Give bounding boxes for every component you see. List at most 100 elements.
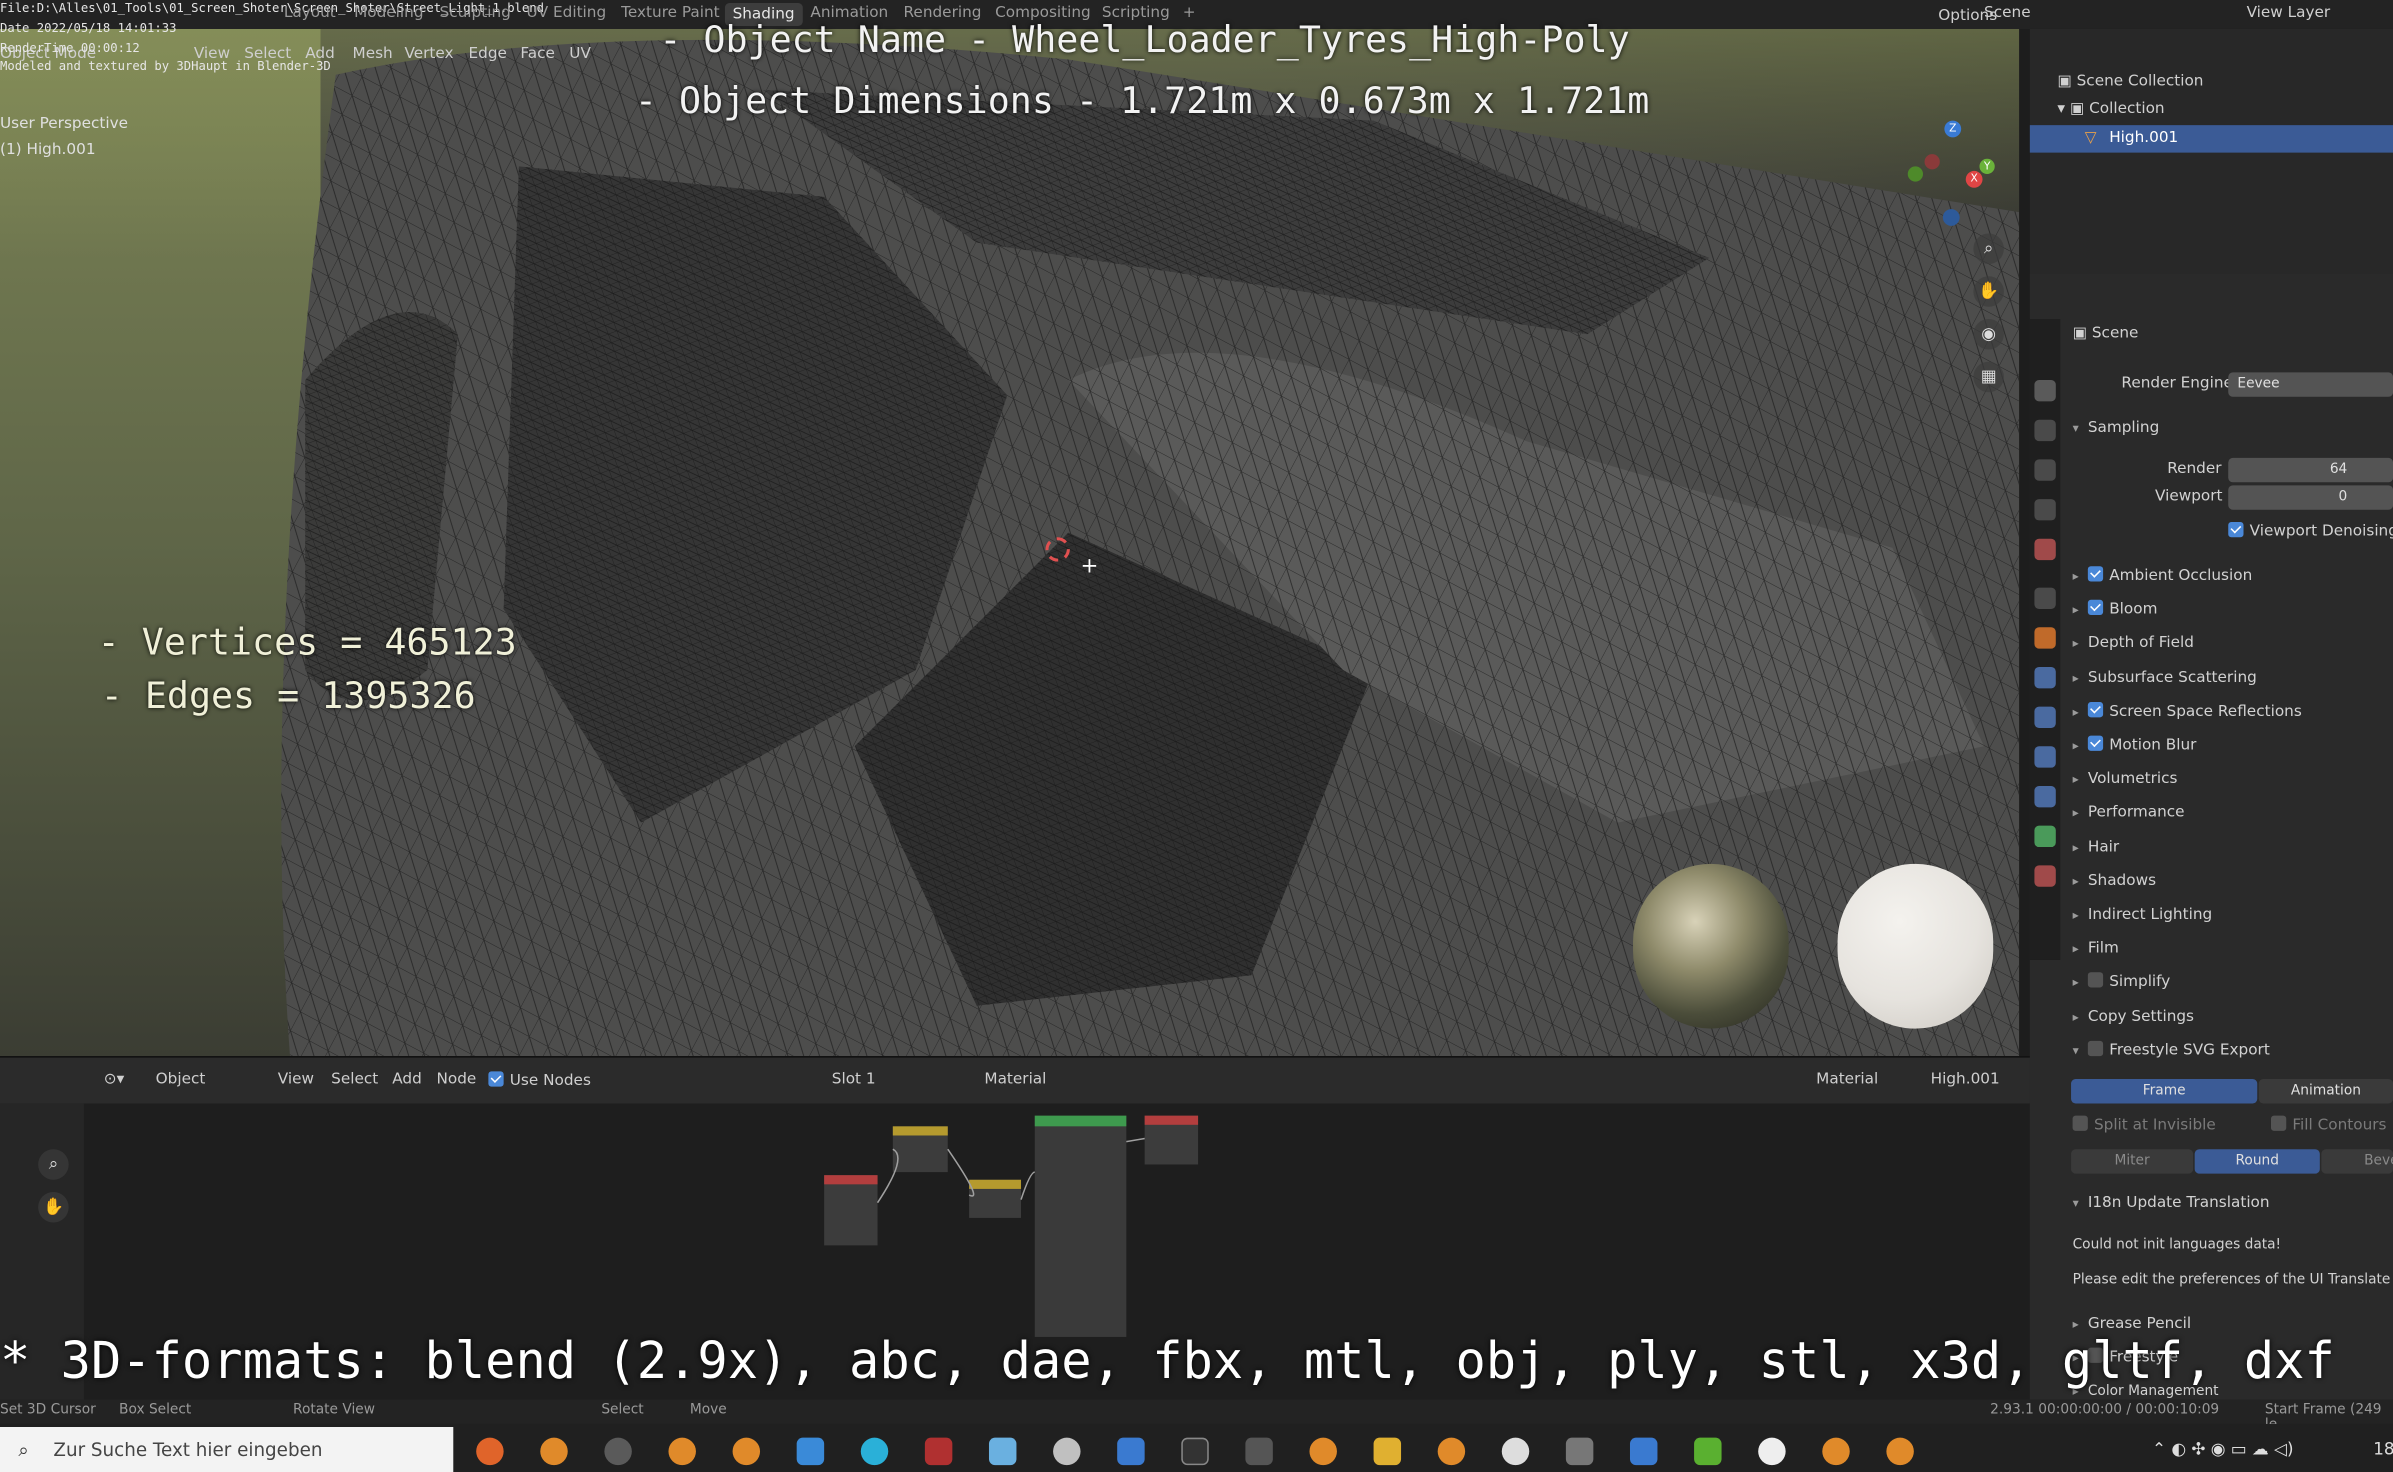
material-tab-icon[interactable] <box>2034 865 2056 887</box>
panel-depth-of-field[interactable]: ▸ Depth of Field <box>2073 631 2194 658</box>
node-menu-view[interactable]: View <box>278 1071 314 1088</box>
expand-arrow-icon[interactable]: ▸ <box>2073 563 2088 590</box>
panel-enable-checkbox[interactable] <box>2087 701 2104 718</box>
expand-arrow-icon[interactable]: ▸ <box>2073 699 2088 726</box>
outliner-scene-collection[interactable]: ▣ Scene Collection <box>2057 73 2203 90</box>
particles-tab-icon[interactable] <box>2034 706 2056 728</box>
expand-arrow-icon[interactable]: ▸ <box>2073 834 2088 861</box>
viewport-samples-field[interactable]: 0 <box>2228 485 2393 510</box>
taskbar-search-input[interactable]: ⌕ Zur Suche Text hier eingeben <box>0 1426 454 1472</box>
panel-copy-settings[interactable]: ▸ Copy Settings <box>2073 1004 2194 1031</box>
vp-menu-edge[interactable]: Edge <box>469 46 507 63</box>
panel-enable-checkbox[interactable] <box>2087 600 2104 616</box>
blender-icon[interactable] <box>540 1437 568 1466</box>
render-tab-icon[interactable] <box>2034 380 2056 402</box>
expand-arrow-icon[interactable]: ▸ <box>2073 597 2088 624</box>
workspace-tab-uv-editing[interactable]: UV Editing <box>527 5 607 22</box>
panel-indirect-lighting[interactable]: ▸ Indirect Lighting <box>2073 902 2213 929</box>
blender-icon-5[interactable] <box>1822 1437 1850 1466</box>
vp-menu-uv[interactable]: UV <box>569 46 591 63</box>
x-axis-icon[interactable]: X <box>1965 170 1983 188</box>
render-engine-dropdown[interactable]: Eevee <box>2228 372 2393 397</box>
panel-ambient-occlusion[interactable]: ▸ Ambient Occlusion <box>2073 563 2252 590</box>
viewport-denoising-checkbox[interactable]: Viewport Denoising <box>2228 519 2393 546</box>
output-tab-icon[interactable] <box>2034 419 2056 442</box>
vp-menu-mesh[interactable]: Mesh <box>353 46 393 63</box>
panel-simplify[interactable]: ▸ Simplify <box>2073 970 2170 997</box>
file-explorer-icon[interactable] <box>1373 1437 1402 1466</box>
camera-view-icon[interactable]: ◉ <box>1973 318 2004 350</box>
expand-arrow-icon[interactable]: ▸ <box>2073 665 2088 692</box>
outliner-collection[interactable]: ▾ ▣ Collection <box>2057 101 2164 118</box>
frame-tab[interactable]: Frame <box>2071 1079 2258 1104</box>
panel-enable-checkbox[interactable] <box>2087 566 2104 582</box>
expand-arrow-icon[interactable]: ▾ <box>2073 1038 2088 1065</box>
pan-hand-icon[interactable]: ✋ <box>1973 276 2004 307</box>
constraints-tab-icon[interactable] <box>2034 785 2056 808</box>
panel-enable-checkbox[interactable] <box>2087 1040 2104 1056</box>
panel-screen-space-reflections[interactable]: ▸ Screen Space Reflections <box>2073 699 2302 726</box>
neg-x-axis-icon[interactable] <box>1924 154 1940 170</box>
terminal-icon[interactable] <box>1181 1437 1209 1466</box>
3d-cursor[interactable] <box>1045 537 1070 562</box>
node-menu-node[interactable]: Node <box>436 1071 476 1088</box>
panel-freestyle-svg-export[interactable]: ▾ Freestyle SVG Export <box>2073 1038 2270 1065</box>
edge-browser-icon[interactable] <box>860 1437 889 1466</box>
bevel-option[interactable]: Bevel <box>2321 1149 2393 1174</box>
y-axis-icon[interactable]: Y <box>1979 158 1995 174</box>
panel-volumetrics[interactable]: ▸ Volumetrics <box>2073 766 2178 793</box>
panel-enable-checkbox[interactable] <box>2087 972 2104 989</box>
right-material-label[interactable]: Material <box>1816 1071 1878 1088</box>
panel-bloom[interactable]: ▸ Bloom <box>2073 597 2157 624</box>
expand-arrow-icon[interactable]: ▸ <box>2073 800 2088 827</box>
node-menu-add[interactable]: Add <box>392 1071 422 1088</box>
world-tab-icon[interactable] <box>2034 538 2056 561</box>
app-icon-21[interactable] <box>1758 1437 1786 1466</box>
app-icon-3[interactable] <box>604 1437 632 1466</box>
node-graph[interactable] <box>817 1111 1214 1340</box>
app-icon-10[interactable] <box>1053 1437 1081 1466</box>
panel-shadows[interactable]: ▸ Shadows <box>2073 868 2156 895</box>
view-layer-selector[interactable]: View Layer <box>2247 5 2331 22</box>
toggle-perspective-icon[interactable]: ▦ <box>1973 361 2004 393</box>
outliner[interactable]: ▣ Scene Collection ▾ ▣ Collection ▽ High… <box>2029 28 2393 274</box>
3d-viewport[interactable]: + Z X Y ⌕ ✋ ◉ ▦ <box>0 28 2020 1057</box>
object-tab-icon[interactable] <box>2034 627 2056 649</box>
blender-icon-2[interactable] <box>668 1437 696 1466</box>
cube-icon[interactable] <box>1565 1437 1594 1466</box>
z-axis-icon[interactable]: Z <box>1944 120 1962 138</box>
workspace-tab-layout[interactable]: Layout <box>284 5 336 22</box>
view-layer-tab-icon[interactable] <box>2034 459 2056 481</box>
panel-hair[interactable]: ▸ Hair <box>2073 834 2120 861</box>
scene-tab-icon[interactable] <box>2034 499 2056 521</box>
system-tray-icons[interactable]: ⌃ ◐ ✣ ◉ ▭ ☁ ◁) <box>2152 1439 2294 1459</box>
use-nodes-checkbox[interactable]: Use Nodes <box>488 1071 591 1090</box>
panel-film[interactable]: ▸ Film <box>2073 936 2119 963</box>
expand-arrow-icon[interactable]: ▸ <box>2073 631 2088 658</box>
outliner-object-row[interactable]: ▽ High.001 <box>2029 125 2393 153</box>
fill-contours-checkbox[interactable]: Fill Contours <box>2270 1113 2387 1140</box>
physics-tab-icon[interactable] <box>2034 746 2056 768</box>
split-invisible-checkbox[interactable]: Split at Invisible <box>2072 1113 2216 1140</box>
clock[interactable]: 18 <box>2373 1439 2393 1459</box>
expand-arrow-icon[interactable]: ▸ <box>2073 970 2088 997</box>
app-icon-9[interactable] <box>988 1437 1017 1466</box>
node-zoom-icon[interactable]: ⌕ <box>38 1149 69 1180</box>
mail-icon[interactable] <box>796 1437 825 1466</box>
i18n-panel[interactable]: ▾ I18n Update Translation <box>2073 1190 2270 1217</box>
blender-icon-4[interactable] <box>1437 1437 1466 1466</box>
collection-tab-icon[interactable] <box>2034 587 2056 609</box>
expand-arrow-icon[interactable]: ▸ <box>2073 902 2088 929</box>
options-menu[interactable]: Options <box>1938 8 1997 25</box>
modifier-tab-icon[interactable] <box>2034 666 2056 689</box>
workspace-tab-modeling[interactable]: Modeling <box>354 5 423 22</box>
app-icon-11[interactable] <box>1117 1437 1145 1466</box>
zoom-icon[interactable]: ⌕ <box>1973 233 2004 265</box>
round-option[interactable]: Round <box>2194 1149 2320 1174</box>
shader-type-selector[interactable]: Object <box>156 1071 206 1088</box>
render-samples-field[interactable]: 64 <box>2228 457 2393 483</box>
slot-selector[interactable]: Slot 1 <box>832 1071 876 1088</box>
editor-type-icon[interactable]: ⊙▾ <box>104 1071 124 1088</box>
app-icon-17[interactable] <box>1501 1437 1530 1466</box>
calendar-icon[interactable] <box>1629 1437 1658 1466</box>
